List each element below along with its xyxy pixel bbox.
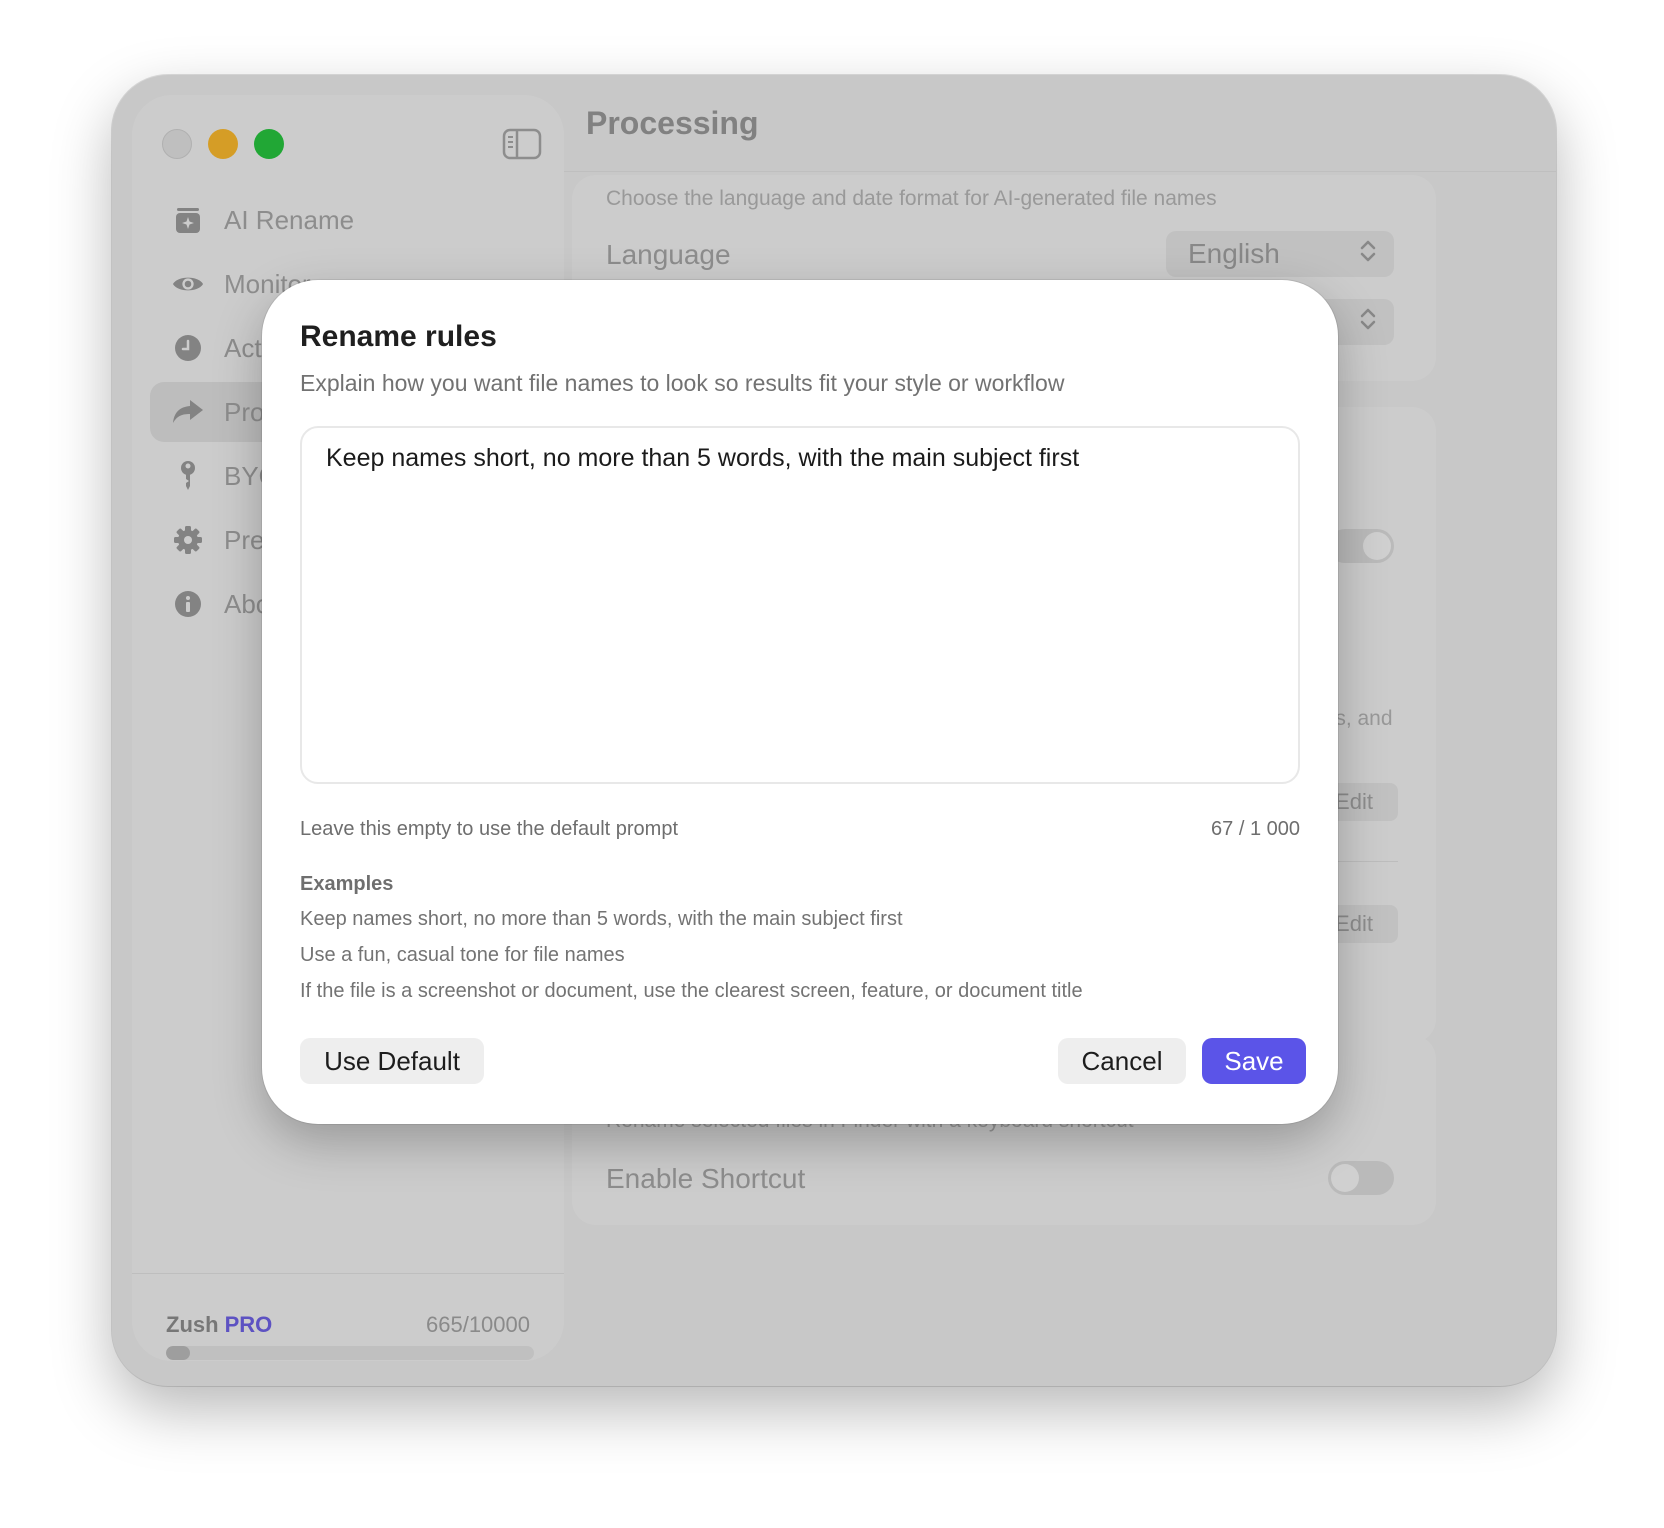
cancel-button[interactable]: Cancel xyxy=(1058,1038,1186,1084)
character-count: 67 / 1 000 xyxy=(1211,818,1300,840)
default-prompt-hint: Leave this empty to use the default prom… xyxy=(300,818,678,840)
textarea-value: Keep names short, no more than 5 words, … xyxy=(326,444,1080,472)
example-item: Keep names short, no more than 5 words, … xyxy=(300,908,903,930)
rename-rules-textarea[interactable]: Keep names short, no more than 5 words, … xyxy=(300,426,1300,784)
dialog-title: Rename rules xyxy=(300,320,497,353)
save-button[interactable]: Save xyxy=(1202,1038,1306,1084)
example-item: If the file is a screenshot or document,… xyxy=(300,980,1083,1002)
dialog-subtitle: Explain how you want file names to look … xyxy=(300,370,1065,396)
use-default-button[interactable]: Use Default xyxy=(300,1038,484,1084)
example-item: Use a fun, casual tone for file names xyxy=(300,944,625,966)
rename-rules-dialog: Rename rules Explain how you want file n… xyxy=(262,280,1338,1124)
examples-heading: Examples xyxy=(300,873,394,895)
